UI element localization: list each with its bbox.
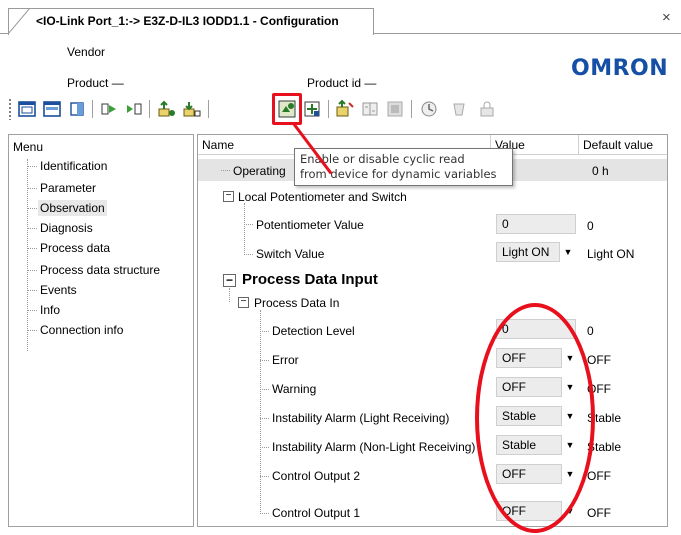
tooltip-line-2: from device for dynamic variables [300, 167, 497, 181]
tree-guide [244, 203, 245, 255]
tree-branch [244, 224, 253, 225]
tree-branch [260, 447, 269, 448]
tree-branch [260, 418, 269, 419]
tree-branch [260, 513, 269, 514]
menu-item-connection-info[interactable]: Connection info [40, 322, 123, 338]
instability-alarm-nonlight-label: Instability Alarm (Non-Light Receiving) [272, 440, 476, 454]
error-label: Error [272, 353, 299, 367]
vendor-label: Vendor [67, 45, 106, 59]
error-default: OFF [587, 353, 611, 367]
upload-icon[interactable] [156, 98, 178, 120]
control-output-1-label: Control Output 1 [272, 506, 361, 520]
tree-branch [27, 166, 37, 167]
collapse-icon[interactable]: − [223, 274, 236, 287]
menu-item-identification[interactable]: Identification [40, 158, 107, 174]
read-device-icon[interactable] [301, 98, 323, 120]
menu-item-observation[interactable]: Observation [38, 200, 107, 216]
tooltip-line-1: Enable or disable cyclic read [300, 152, 465, 166]
chevron-down-icon[interactable]: ▼ [560, 242, 576, 262]
tree-branch [27, 208, 37, 209]
toolbar-separator [92, 100, 93, 118]
operating-label: Operating [233, 164, 286, 178]
diagnostic-icon[interactable] [418, 98, 440, 120]
control-output-2-default: OFF [587, 469, 611, 483]
tree-branch [27, 310, 37, 311]
tree-branch [27, 330, 37, 331]
toolbar-separator [411, 100, 412, 118]
device-disconnect-icon[interactable] [123, 98, 145, 120]
potentiometer-default: 0 [587, 219, 594, 233]
tab-strip: <IO-Link Port_1:-> E3Z-D-IL3 IODD1.1 - C… [0, 0, 681, 35]
operating-default: 0 h [592, 164, 609, 178]
tree-branch [260, 476, 269, 477]
menu-title: Menu [13, 140, 44, 154]
compare-icon[interactable] [359, 98, 381, 120]
window-layout-icon[interactable] [16, 98, 38, 120]
tree-branch [27, 248, 37, 249]
tree-branch [260, 360, 269, 361]
window-layout-alt-icon[interactable] [41, 98, 63, 120]
menu-item-diagnosis[interactable]: Diagnosis [40, 220, 93, 236]
control-output-2-label: Control Output 2 [272, 469, 361, 483]
switch-dropdown[interactable]: Light ON [496, 242, 560, 262]
warning-label: Warning [272, 382, 317, 396]
control-output-1-default: OFF [587, 506, 611, 520]
menu-item-info[interactable]: Info [40, 302, 60, 318]
tree-branch [27, 228, 37, 229]
write-device-icon[interactable] [334, 98, 356, 120]
menu-item-parameter[interactable]: Parameter [40, 180, 96, 196]
annotation-highlight-ellipse [475, 303, 595, 533]
tree-branch [27, 290, 37, 291]
product-id-label: Product id — [307, 76, 377, 90]
tree-branch [221, 170, 230, 171]
section-process-data-input: Process Data Input [242, 271, 378, 288]
column-header-default[interactable]: Default value [579, 135, 667, 155]
reset-icon[interactable] [448, 98, 470, 120]
download-icon[interactable] [181, 98, 203, 120]
switch-default: Light ON [587, 247, 635, 261]
panel-icon[interactable] [66, 98, 88, 120]
lock-icon[interactable] [476, 98, 498, 120]
menu-item-process-data[interactable]: Process data [40, 240, 110, 256]
tree-branch [27, 188, 37, 189]
instability-alarm-light-label: Instability Alarm (Light Receiving) [272, 411, 450, 425]
tree-branch [260, 331, 269, 332]
product-label: Product — [67, 76, 124, 90]
detection-level-default: 0 [587, 324, 594, 338]
potentiometer-label: Potentiometer Value [256, 218, 364, 232]
toolbar-separator [328, 100, 329, 118]
parameter-grid: Name Value Default value Operating 0 h −… [197, 134, 668, 527]
menu-item-process-data-structure[interactable]: Process data structure [40, 262, 160, 278]
group-process-data-in: Process Data In [254, 296, 340, 310]
toolbar-separator [208, 100, 209, 118]
toolbar [8, 96, 668, 124]
tab-title[interactable]: <IO-Link Port_1:-> E3Z-D-IL3 IODD1.1 - C… [36, 14, 339, 28]
device-connect-icon[interactable] [98, 98, 120, 120]
close-icon[interactable]: × [662, 9, 671, 26]
collapse-icon[interactable]: − [238, 297, 249, 308]
group-local-potentiometer: Local Potentiometer and Switch [238, 190, 407, 204]
potentiometer-value[interactable]: 0 [496, 214, 576, 234]
tree-branch [260, 389, 269, 390]
tree-guide [260, 310, 261, 514]
menu-panel: Menu Identification Parameter Observatio… [8, 134, 194, 527]
menu-item-events[interactable]: Events [40, 282, 77, 298]
tab-slant [8, 8, 31, 34]
tree-branch [244, 254, 253, 255]
report-icon[interactable] [384, 98, 406, 120]
tree-guide [229, 288, 230, 302]
switch-label: Switch Value [256, 247, 325, 261]
tree-branch [27, 270, 37, 271]
annotation-highlight-box [272, 93, 302, 125]
omron-logo: OMRON [571, 56, 669, 81]
toolbar-grip[interactable] [8, 98, 12, 120]
detection-level-label: Detection Level [272, 324, 355, 338]
toolbar-separator [149, 100, 150, 118]
collapse-icon[interactable]: − [223, 191, 234, 202]
